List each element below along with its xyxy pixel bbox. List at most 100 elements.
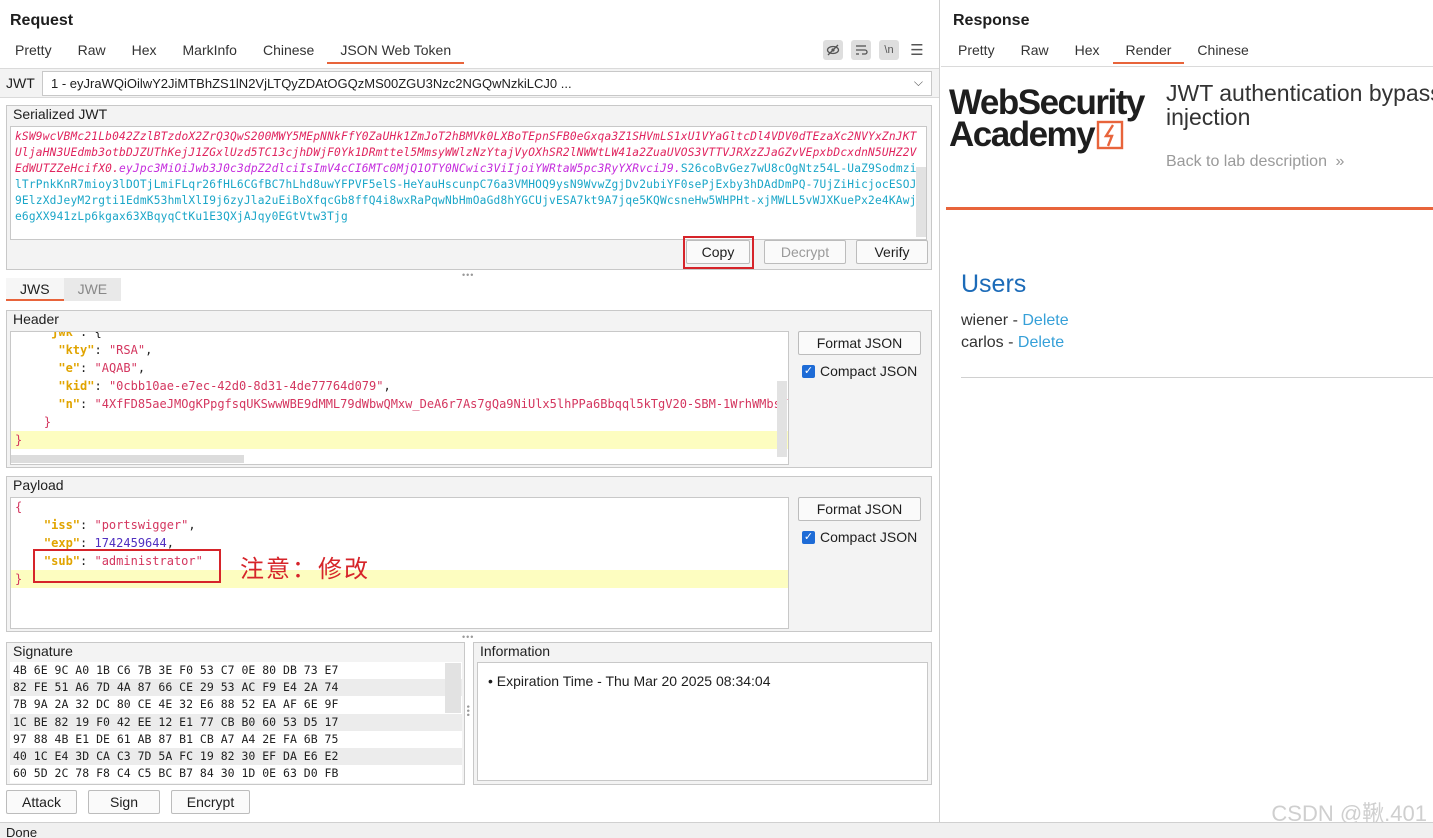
request-tab-markinfo[interactable]: MarkInfo: [170, 38, 250, 64]
jws-jwe-tabs: JWS JWE: [6, 278, 122, 301]
code-line: "e": "AQAB",: [58, 361, 146, 375]
payload-label: Payload: [13, 477, 64, 493]
code-line: }: [11, 431, 788, 449]
subtab-jws[interactable]: JWS: [6, 278, 64, 301]
json-key: "e": [58, 361, 81, 375]
serialized-jwt-editor[interactable]: kSW9wcVBMc21Lb042ZzlBTzdoX2ZrQ3QwS200MWY…: [10, 126, 927, 240]
code-line: "jwk": {: [11, 331, 788, 341]
json-key: "kty": [58, 343, 95, 357]
signature-scrollbar[interactable]: [445, 663, 461, 713]
jwt-select[interactable]: 1 - eyJraWQiOilwY2JiMTBhZS1lN2VjLTQyZDAt…: [42, 71, 932, 96]
request-title: Request: [10, 12, 74, 29]
header-compact-json-checkbox[interactable]: ✓ Compact JSON: [802, 363, 917, 379]
hex-row: 60 5D 2C 78 F8 C4 C5 BC B7 84 30 1D 0E 6…: [13, 766, 339, 781]
hex-row: 1C BE 82 19 F0 42 EE 12 E1 77 CB B0 60 5…: [10, 713, 462, 731]
code-line: "kid": "0cbb10ae-e7ec-42d0-8d31-4de77764…: [58, 379, 391, 393]
payload-compact-json-label: Compact JSON: [820, 529, 918, 545]
json-key: "n": [58, 397, 81, 411]
signature-group: Signature 4B 6E 9C A0 1B C6 7B 3E F0 53 …: [6, 642, 465, 785]
response-tab-render[interactable]: Render: [1112, 38, 1185, 64]
hex-row: 40 1C E4 3D CA C3 7D 5A FC 19 82 30 EF D…: [10, 747, 462, 766]
lab-title: JWT authentication bypass via jwk header…: [1166, 80, 1433, 130]
information-view: • Expiration Time - Thu Mar 20 2025 08:3…: [477, 662, 928, 781]
response-tab-raw[interactable]: Raw: [1008, 38, 1062, 64]
hex-row: 4B 6E 9C A0 1B C6 7B 3E F0 53 C7 0E 80 D…: [13, 663, 339, 677]
code-line: {: [15, 500, 23, 514]
user-row-carlos: carlos - Delete: [961, 334, 1065, 351]
splitter-grip-3[interactable]: •••: [463, 705, 473, 717]
back-to-lab-link[interactable]: Back to lab description »: [1166, 153, 1344, 171]
response-tabs: Pretty Raw Hex Render Chinese: [945, 38, 1262, 64]
response-title: Response: [953, 12, 1030, 29]
header-editor[interactable]: "jwk": { "kty": "RSA", "e": "AQAB", "kid…: [10, 331, 789, 465]
response-tab-pretty[interactable]: Pretty: [945, 38, 1008, 64]
splitter-grip-2[interactable]: •••: [462, 632, 474, 642]
hex-row: 97 88 4B E1 DE 61 AB 87 B1 CB A7 A4 2E F…: [13, 731, 339, 746]
header-hscroll[interactable]: [11, 455, 244, 463]
code-line: }: [43, 415, 52, 429]
serialized-jwt-label: Serialized JWT: [13, 106, 108, 122]
header-format-json-button[interactable]: Format JSON: [798, 331, 921, 355]
json-string: "0cbb10ae-e7ec-42d0-8d31-4de77764d079": [108, 379, 384, 393]
chevron-down-icon: ⌵: [913, 75, 923, 89]
verify-button[interactable]: Verify: [856, 240, 928, 264]
splitter-grip[interactable]: •••: [462, 270, 474, 280]
json-key: "kid": [58, 379, 95, 393]
attack-button[interactable]: Attack: [6, 790, 77, 814]
request-tab-raw[interactable]: Raw: [65, 38, 119, 64]
delete-carlos-link[interactable]: Delete: [1018, 334, 1064, 351]
information-item: • Expiration Time - Thu Mar 20 2025 08:3…: [488, 673, 771, 689]
request-tab-chinese[interactable]: Chinese: [250, 38, 327, 64]
json-string: "RSA": [108, 343, 146, 357]
request-pane: Request Pretty Raw Hex MarkInfo Chinese JSON …: [0, 0, 940, 822]
logo-line2: Academy: [949, 115, 1096, 154]
serialized-scrollbar[interactable]: [916, 167, 926, 237]
double-chevron-right-icon: »: [1335, 153, 1345, 170]
json-number: 1742459644: [94, 536, 167, 550]
response-tab-chinese[interactable]: Chinese: [1184, 38, 1261, 64]
json-key: "iss": [43, 518, 81, 532]
users-divider: [961, 377, 1433, 378]
web-security-academy-logo[interactable]: WebSecurity Academy: [949, 85, 1145, 154]
hex-row: 82 FE 51 A6 7D 4A 87 66 CE 29 53 AC F9 E…: [10, 679, 462, 697]
payload-compact-json-checkbox[interactable]: ✓ Compact JSON: [802, 529, 917, 545]
json-string: "AQAB": [94, 361, 138, 375]
request-toolbar: \n ☰: [823, 40, 927, 60]
information-label: Information: [480, 643, 551, 659]
render-view: WebSecurity Academy JWT authentication b…: [941, 66, 1433, 822]
json-string: "portswigger": [94, 518, 189, 532]
checkbox-checked-icon: ✓: [802, 530, 815, 544]
request-tab-pretty[interactable]: Pretty: [2, 38, 65, 64]
sub-claim-highlight-box: [33, 549, 221, 583]
response-tab-hex[interactable]: Hex: [1062, 38, 1113, 64]
jwt-label: JWT: [6, 75, 35, 91]
request-tab-hex[interactable]: Hex: [119, 38, 170, 64]
request-tabs: Pretty Raw Hex MarkInfo Chinese JSON Web Toke…: [2, 38, 465, 64]
header-divider: [946, 207, 1433, 210]
serialized-jwt-text: kSW9wcVBMc21Lb042ZzlBTzdoX2ZrQ3QwS200MWY…: [11, 127, 926, 227]
header-group: Header "jwk": { "kty": "RSA", "e": "AQAB…: [6, 310, 932, 468]
sign-button[interactable]: Sign: [88, 790, 160, 814]
header-vscroll[interactable]: [777, 381, 787, 457]
lightning-logo-icon: [1096, 120, 1124, 150]
menu-icon[interactable]: ☰: [907, 40, 927, 60]
signature-label: Signature: [13, 643, 73, 659]
header-label: Header: [13, 311, 59, 327]
json-key: "jwk": [43, 331, 81, 339]
request-tab-json-web-token[interactable]: JSON Web Token: [327, 38, 465, 64]
payload-format-json-button[interactable]: Format JSON: [798, 497, 921, 521]
wrap-icon[interactable]: [851, 40, 871, 60]
delete-wiener-link[interactable]: Delete: [1022, 312, 1068, 329]
subtab-jwe[interactable]: JWE: [64, 278, 122, 301]
copy-highlight-box: [683, 236, 754, 269]
decrypt-button[interactable]: Decrypt: [764, 240, 846, 264]
user-row-wiener: wiener - Delete: [961, 312, 1069, 329]
eye-off-icon[interactable]: [823, 40, 843, 60]
encrypt-button[interactable]: Encrypt: [171, 790, 250, 814]
information-group: Information • Expiration Time - Thu Mar …: [473, 642, 932, 785]
csdn-watermark: CSDN @鞦.401: [1271, 801, 1427, 822]
users-heading: Users: [961, 270, 1027, 298]
header-compact-json-label: Compact JSON: [820, 363, 918, 379]
signature-hex-view[interactable]: 4B 6E 9C A0 1B C6 7B 3E F0 53 C7 0E 80 D…: [10, 662, 462, 783]
newline-icon[interactable]: \n: [879, 40, 899, 60]
